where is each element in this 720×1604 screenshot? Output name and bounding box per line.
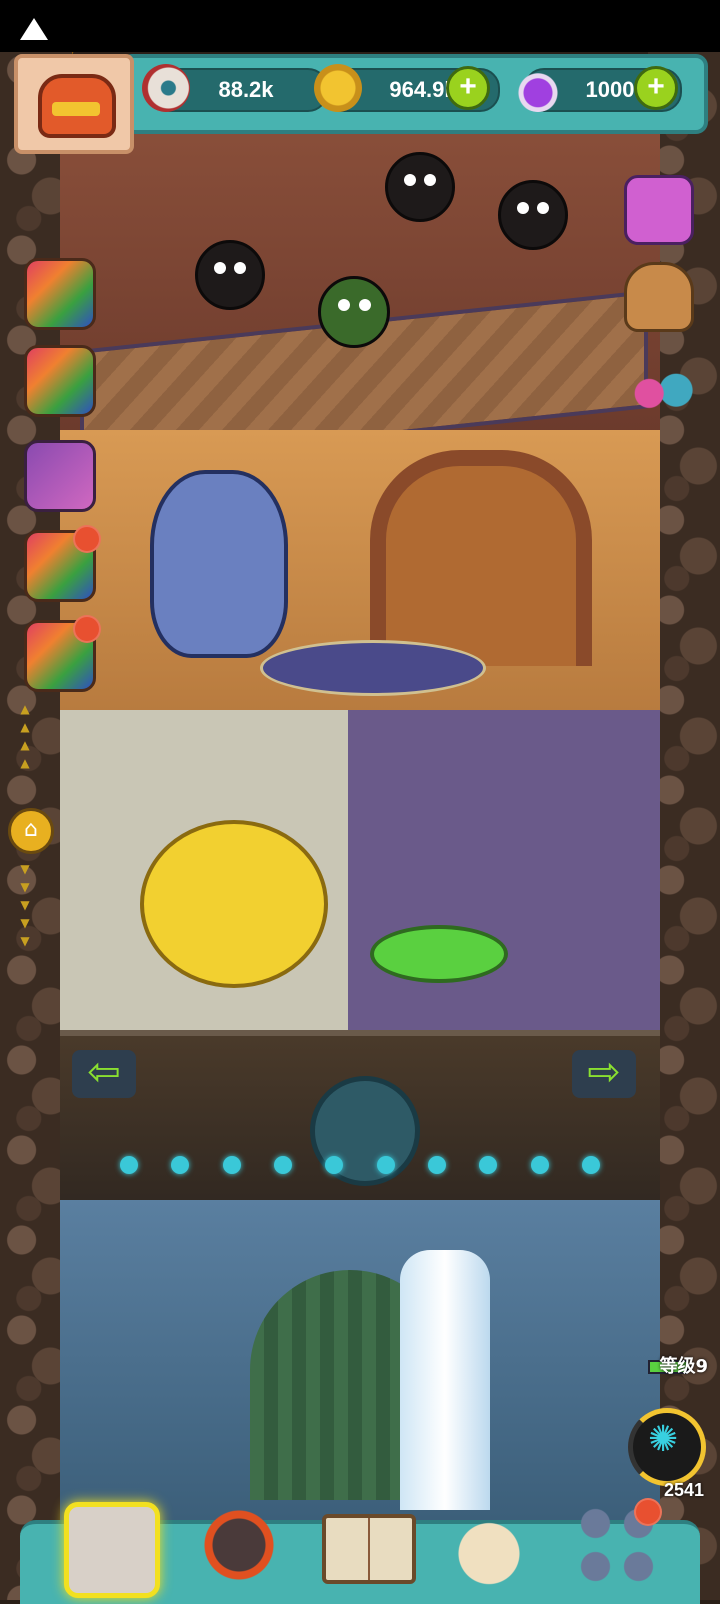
blue-cat-creature[interactable] — [150, 470, 288, 658]
waterfall — [400, 1250, 490, 1510]
elevator-machine — [60, 1030, 660, 1226]
rainbow-gift-icon[interactable] — [24, 525, 101, 602]
scroll-left-button[interactable]: ⇦ — [72, 1050, 136, 1098]
spiky-creature-icon[interactable] — [628, 1408, 706, 1486]
player-level: 等级9 — [659, 1356, 708, 1377]
home-button[interactable]: ⌂ — [8, 808, 54, 854]
fire-creature-tab-icon[interactable] — [196, 1502, 282, 1588]
gift-box-icon[interactable] — [24, 258, 96, 330]
floor-up-arrows-icon: ▲ ▲ ▲ ▲ — [20, 702, 30, 770]
notification-dot — [73, 615, 101, 643]
floor-down-arrows-icon: ▼ ▼ ▼ ▼ ▼ — [20, 862, 30, 948]
bookshelf-arch — [370, 450, 592, 666]
eyeball-icon — [142, 64, 190, 112]
cards-icon[interactable] — [24, 440, 96, 512]
book-tab-icon[interactable] — [322, 1514, 416, 1584]
scroll-right-button[interactable]: ⇨ — [572, 1050, 636, 1098]
grid-menu-tab-icon[interactable] — [574, 1498, 662, 1588]
video-ad-icon[interactable] — [624, 175, 694, 245]
add-gold-button[interactable]: + — [446, 66, 490, 110]
notification-dot — [634, 1498, 662, 1526]
notification-dot — [73, 525, 101, 553]
slime-cauldron — [370, 925, 508, 983]
yellow-chick-creature[interactable] — [140, 820, 328, 988]
currency-bar: 88.2k 964.9k + 1000 + — [120, 54, 708, 134]
black-creature-green-bug[interactable] — [318, 276, 390, 348]
magic-rug — [260, 640, 486, 696]
black-creature-helmet[interactable] — [195, 240, 265, 310]
floor-underwater[interactable] — [60, 1200, 660, 1520]
coin-icon — [314, 64, 362, 112]
add-potion-button[interactable]: + — [634, 66, 678, 110]
build-tab-icon[interactable] — [64, 1502, 160, 1598]
money-bag-tab-icon[interactable] — [446, 1502, 532, 1588]
monster-eyes-icon[interactable] — [630, 355, 694, 419]
backpack-icon[interactable] — [624, 262, 694, 332]
status-bar — [0, 0, 720, 52]
present-icon[interactable] — [24, 345, 96, 417]
player-avatar[interactable] — [14, 54, 134, 154]
black-creature-headband[interactable] — [385, 152, 455, 222]
rainbow-gift-icon-2[interactable] — [24, 615, 101, 692]
potion-icon — [514, 64, 562, 112]
creature-count: 2541 — [663, 1480, 704, 1500]
black-creature-leaves[interactable] — [498, 180, 568, 250]
indicator-lights — [120, 1156, 600, 1176]
robot-avatar-icon — [38, 74, 116, 138]
